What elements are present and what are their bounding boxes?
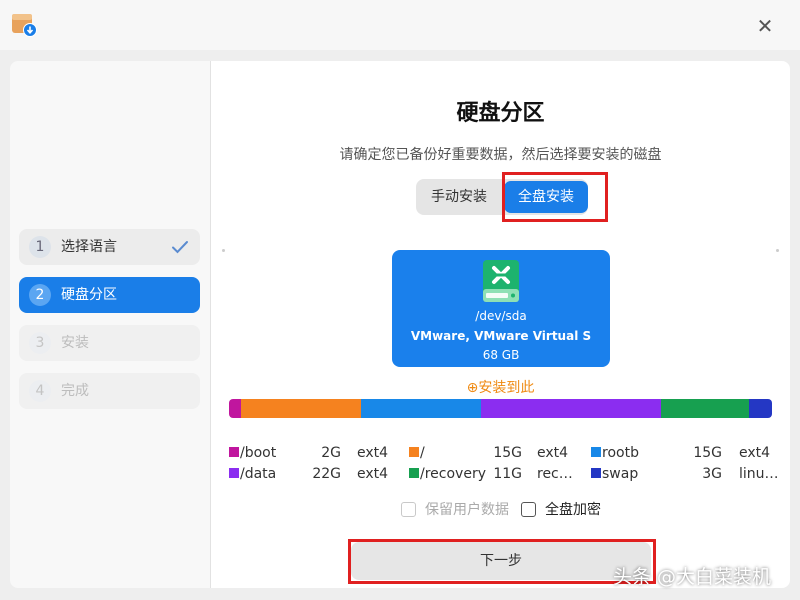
- step-select-language: 1 选择语言: [19, 229, 200, 265]
- partition-filesystem: ext4: [537, 445, 569, 461]
- partition-panel: 硬盘分区 请确定您已备份好重要数据，然后选择要安装的磁盘 手动安装 全盘安装 /…: [211, 61, 790, 588]
- partition-legend-item: rootb 15G ext4: [591, 443, 791, 463]
- partition-filesystem: rec…: [537, 466, 573, 482]
- partition-mount-point: /data: [240, 466, 277, 482]
- partition-legend-item: swap 3G linu…: [591, 464, 791, 484]
- partition-mount-point: swap: [602, 466, 639, 482]
- step-number: 4: [29, 380, 51, 402]
- keep-user-data-label: 保留用户数据: [425, 502, 509, 518]
- partition-legend-item: /boot 2G ext4: [229, 443, 429, 463]
- title-bar: ✕: [0, 0, 800, 50]
- next-step-button[interactable]: 下一步: [351, 542, 651, 580]
- install-mode-toggle: 手动安装 全盘安装: [416, 179, 588, 215]
- partition-mount-point: /boot: [240, 445, 277, 461]
- partition-size: 22G: [312, 466, 341, 482]
- checkmark-icon: [172, 241, 188, 254]
- partition-size: 3G: [702, 466, 722, 482]
- partition-legend-item: / 15G ext4: [409, 443, 609, 463]
- partition-color-swatch: [591, 447, 601, 457]
- partition-size: 15G: [493, 445, 522, 461]
- partition-legend-item: /data 22G ext4: [229, 464, 429, 484]
- full-disk-encrypt-checkbox[interactable]: [521, 502, 536, 517]
- step-label: 安装: [61, 335, 89, 351]
- partition-mount-point: /: [420, 445, 425, 461]
- partition-bar-segment: [360, 399, 481, 418]
- disk-drive-icon: [483, 260, 519, 302]
- step-number: 1: [29, 236, 51, 258]
- page-subtitle: 请确定您已备份好重要数据，然后选择要安装的磁盘: [339, 147, 662, 163]
- step-label: 选择语言: [61, 239, 117, 255]
- partition-color-swatch: [409, 468, 419, 478]
- keep-user-data-checkbox[interactable]: [401, 502, 416, 517]
- watermark-text: 头条 @大白菜装机: [613, 566, 772, 588]
- manual-install-button[interactable]: 手动安装: [416, 179, 502, 215]
- partition-bar-segment: [240, 399, 361, 418]
- partition-bar-segment: [480, 399, 661, 418]
- close-icon[interactable]: ✕: [752, 13, 778, 39]
- partition-bar-segment: [748, 399, 772, 418]
- step-install: 3 安装: [19, 325, 200, 361]
- scroll-right-indicator: [776, 249, 779, 252]
- page-title: 硬盘分区: [456, 101, 545, 126]
- partition-color-swatch: [591, 468, 601, 478]
- step-label: 硬盘分区: [61, 287, 117, 303]
- steps-sidebar: 1 选择语言 2 硬盘分区 3 安装 4 完成: [10, 61, 210, 588]
- full-disk-install-button[interactable]: 全盘安装: [504, 181, 588, 213]
- partition-filesystem: linu…: [739, 466, 779, 482]
- step-label: 完成: [61, 383, 89, 399]
- partition-usage-bar: [229, 399, 772, 418]
- partition-size: 11G: [493, 466, 522, 482]
- scroll-left-indicator: [222, 249, 225, 252]
- disk-card[interactable]: /dev/sda VMware, VMware Virtual S 68 GB: [392, 250, 610, 367]
- partition-size: 2G: [321, 445, 341, 461]
- disk-size: 68 GB: [482, 348, 520, 362]
- partition-filesystem: ext4: [357, 445, 389, 461]
- disk-device-path: /dev/sda: [475, 309, 527, 323]
- partition-color-swatch: [229, 447, 239, 457]
- disk-model: VMware, VMware Virtual S: [410, 329, 592, 343]
- full-disk-encrypt-label: 全盘加密: [545, 502, 601, 518]
- step-disk-partition: 2 硬盘分区: [19, 277, 200, 313]
- install-here-label: ⊕安装到此: [466, 380, 535, 396]
- partition-bar-segment: [229, 399, 241, 418]
- installer-app-icon: [12, 14, 37, 37]
- partition-color-swatch: [409, 447, 419, 457]
- step-number: 2: [29, 284, 51, 306]
- partition-filesystem: ext4: [357, 466, 389, 482]
- partition-size: 15G: [693, 445, 722, 461]
- partition-legend-item: /recovery 11G rec…: [409, 464, 609, 484]
- partition-filesystem: ext4: [739, 445, 771, 461]
- partition-bar-segment: [660, 399, 749, 418]
- step-number: 3: [29, 332, 51, 354]
- partition-mount-point: rootb: [602, 445, 639, 461]
- step-finish: 4 完成: [19, 373, 200, 409]
- partition-color-swatch: [229, 468, 239, 478]
